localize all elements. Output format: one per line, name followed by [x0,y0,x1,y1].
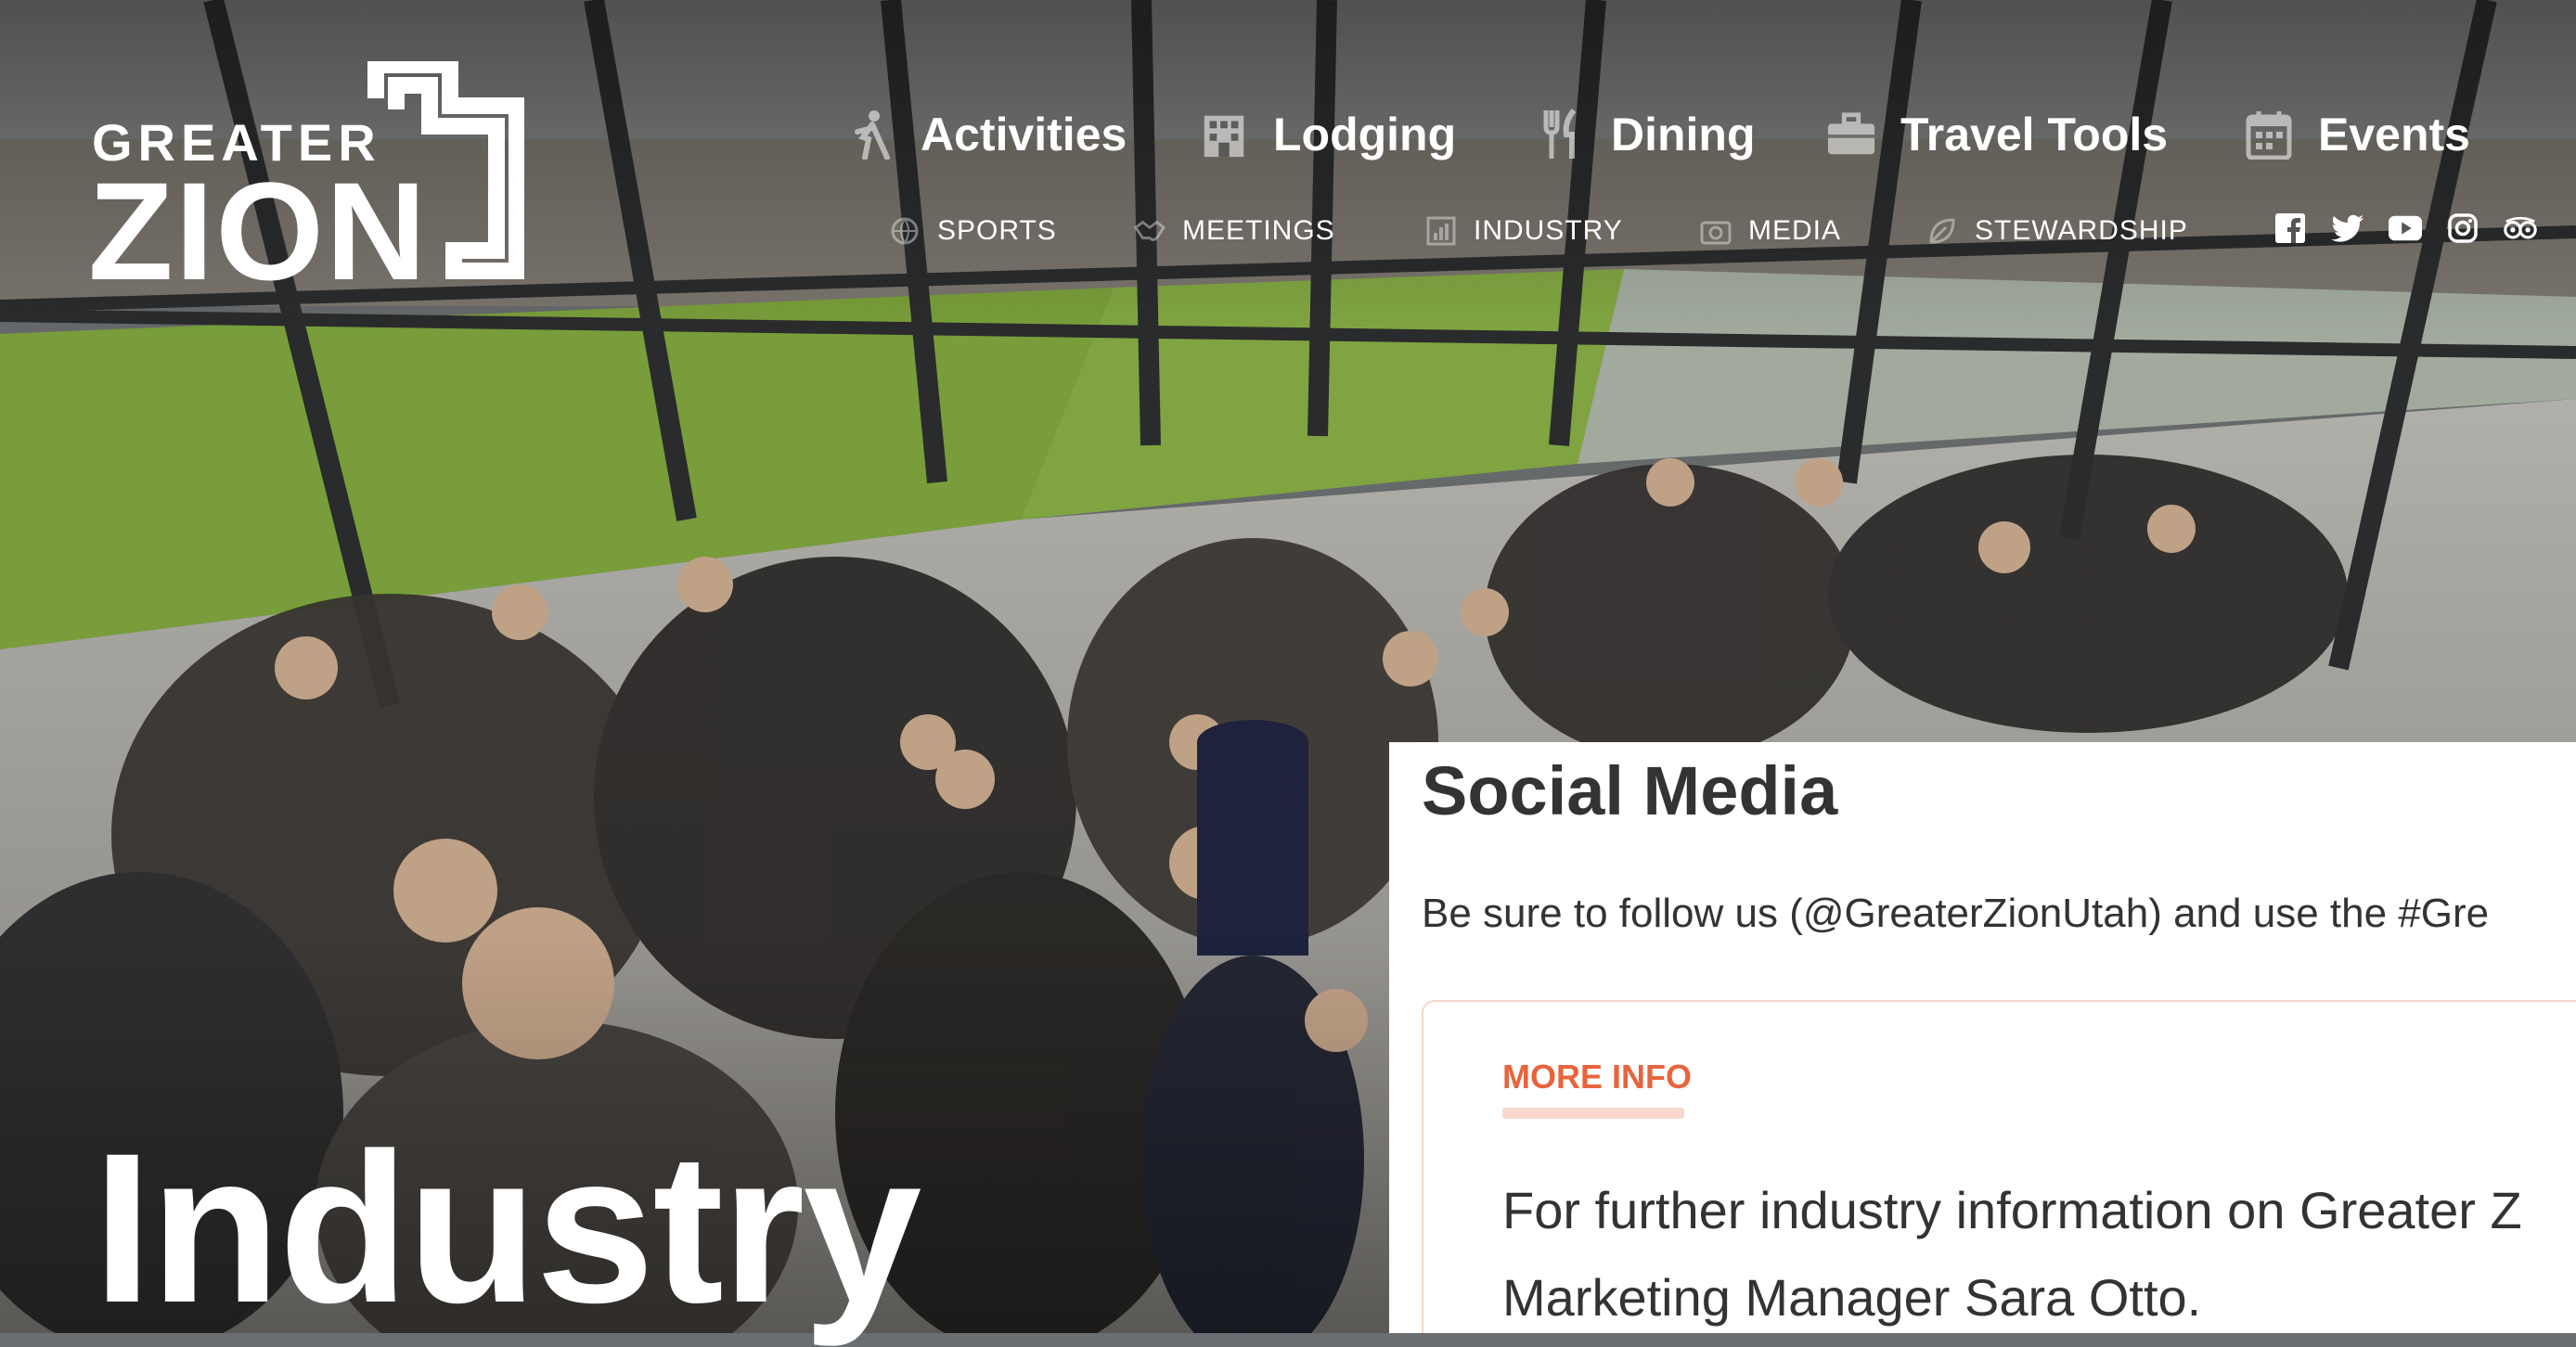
nav-dining-label: Dining [1611,109,1756,160]
youtube-icon[interactable] [2389,212,2422,245]
nav-events-label: Events [2318,109,2470,160]
briefcase-icon [1826,109,1876,160]
chart-icon [1425,215,1457,247]
subnav-sports[interactable]: SPORTS [889,209,1057,253]
nav-lodging-label: Lodging [1273,109,1457,160]
section-heading: Social Media [1422,752,1838,829]
nav-activities-label: Activities [921,109,1127,160]
twitter-icon[interactable] [2331,212,2364,245]
subnav-stewardship[interactable]: STEWARDSHIP [1926,209,2188,253]
more-info-underline [1502,1108,1684,1119]
nav-activities[interactable]: Activities [846,97,1127,172]
social-links [2273,212,2537,245]
fork-knife-icon [1537,109,1587,160]
nav-events[interactable]: Events [2244,97,2470,172]
nav-travel-tools-label: Travel Tools [1900,109,2169,160]
subnav-meetings[interactable]: MEETINGS [1134,209,1335,253]
main-nav: Activities Lodging Dining Travel Tools E… [0,97,2576,172]
content-panel: Social Media Be sure to follow us (@Grea… [1389,742,2576,1333]
subnav-industry-label: INDUSTRY [1474,215,1623,246]
ball-icon [889,215,921,247]
subnav-sports-label: SPORTS [937,215,1057,246]
subnav-media[interactable]: MEDIA [1700,209,1841,253]
calendar-icon [2244,109,2294,160]
subnav-media-label: MEDIA [1748,215,1842,246]
building-icon [1199,109,1249,160]
more-info-body: For further industry information on Grea… [1502,1167,2576,1333]
camera-icon [1700,215,1732,247]
more-info-card: MORE INFO For further industry informati… [1422,1000,2576,1333]
nav-travel-tools[interactable]: Travel Tools [1826,97,2168,172]
facebook-icon[interactable] [2273,212,2307,245]
subnav-industry[interactable]: INDUSTRY [1425,209,1623,253]
more-info-tag: MORE INFO [1502,1058,1692,1096]
more-info-body-line-1: For further industry information on Grea… [1502,1181,2522,1239]
nav-dining[interactable]: Dining [1537,97,1756,172]
leaf-icon [1926,215,1958,247]
more-info-body-line-2: Marketing Manager Sara Otto. [1502,1268,2202,1327]
subnav-meetings-label: MEETINGS [1182,215,1335,246]
nav-lodging[interactable]: Lodging [1199,97,1456,172]
tripadvisor-icon[interactable] [2504,212,2537,245]
social-intro-text: Be sure to follow us (@GreaterZionUtah) … [1422,891,2490,936]
subnav-stewardship-label: STEWARDSHIP [1975,215,2188,246]
hiker-icon [846,109,896,160]
sub-nav: SPORTS MEETINGS INDUSTRY MEDIA STEWARDSH… [0,209,2576,253]
handshake-icon [1134,215,1166,247]
instagram-icon[interactable] [2446,212,2479,245]
page-title: Industry [93,1109,921,1347]
